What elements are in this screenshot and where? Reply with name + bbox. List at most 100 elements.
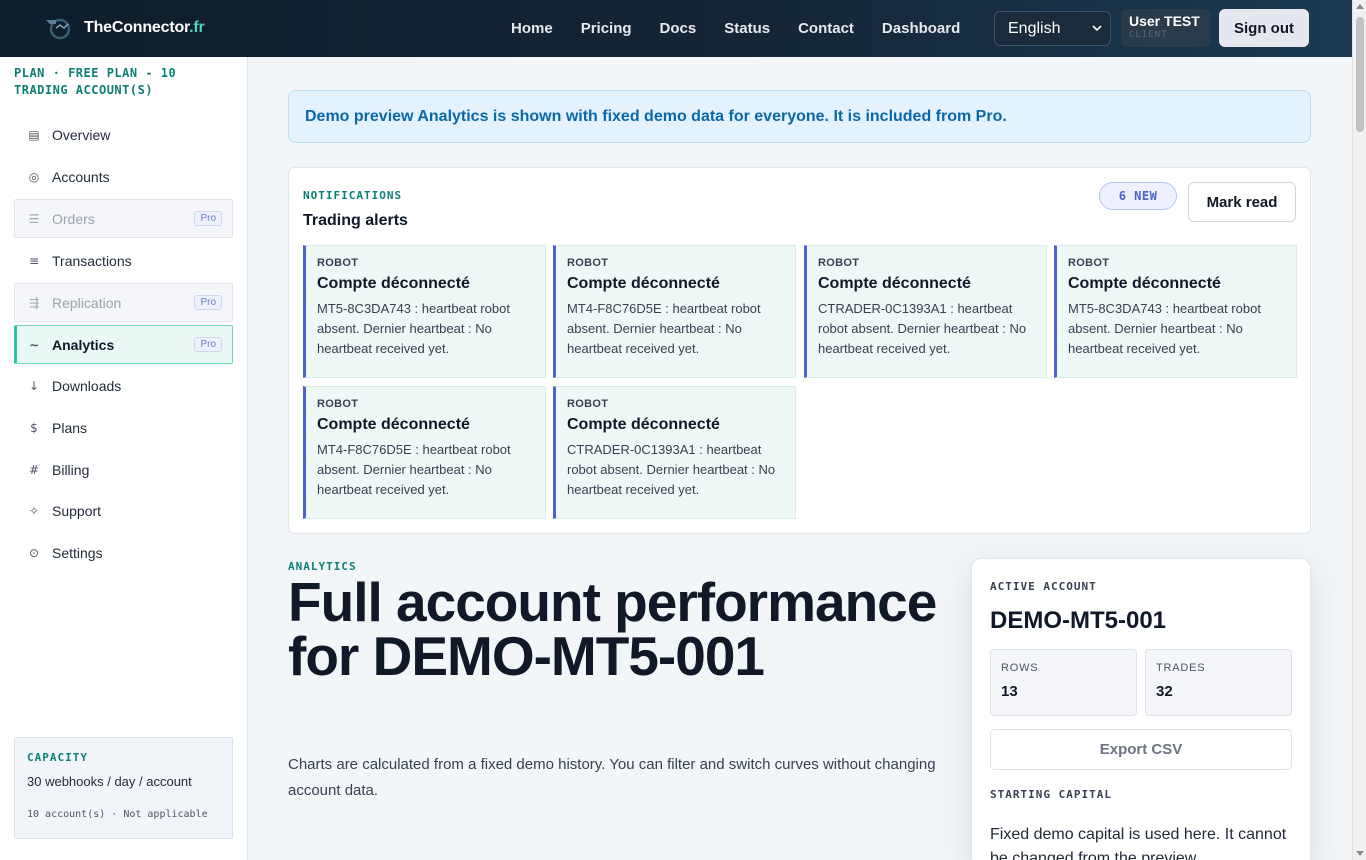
demo-preview-banner: Demo preview Analytics is shown with fix… [288, 90, 1311, 143]
scroll-up-arrow-icon[interactable] [1356, 4, 1364, 9]
sidebar-item-label: Accounts [52, 168, 110, 185]
trades-label: TRADES [1156, 662, 1206, 674]
sidebar-item-transactions[interactable]: ≡ Transactions [14, 241, 233, 280]
sidebar-item-downloads[interactable]: ↓ Downloads [14, 366, 233, 405]
brand-logo-icon [42, 14, 74, 42]
gear-icon: ⊙ [28, 545, 40, 560]
pro-badge: Pro [194, 337, 222, 352]
page-subtitle: Charts are calculated from a fixed demo … [288, 756, 936, 799]
scrollbar-thumb[interactable] [1356, 17, 1364, 132]
support-icon: ✧ [28, 503, 40, 518]
alert-source: ROBOT [1068, 257, 1110, 269]
sidebar-item-label: Analytics [52, 336, 115, 353]
language-select[interactable]: English [994, 11, 1111, 46]
trades-value: 32 [1156, 683, 1173, 700]
sidebar-item-replication[interactable]: ⇶ Replication Pro [14, 283, 233, 322]
sidebar-item-plans[interactable]: $ Plans [14, 408, 233, 447]
alert-body: MT4-F8C76D5E : heartbeat robot absent. D… [317, 442, 511, 497]
alert-body: MT5-8C3DA743 : heartbeat robot absent. D… [1068, 301, 1261, 356]
orders-icon: ☰ [28, 211, 40, 226]
notifications-panel: NOTIFICATIONS Trading alerts 6 NEW Mark … [288, 167, 1311, 534]
user-chip[interactable]: User TEST CLIENT [1121, 9, 1210, 47]
dollar-icon: $ [30, 420, 38, 435]
user-name: User TEST [1129, 13, 1200, 29]
main-nav: Home Pricing Docs Status Contact Dashboa… [497, 0, 974, 57]
sidebar-item-support[interactable]: ✧ Support [14, 491, 233, 530]
alert-card[interactable]: ROBOT Compte déconnecté MT4-F8C76D5E : h… [303, 386, 546, 519]
sidebar-item-overview[interactable]: ▤ Overview [14, 115, 233, 154]
chevron-down-icon [1092, 25, 1102, 32]
rows-stat: ROWS 13 [990, 649, 1137, 716]
alert-body: CTRADER-0C1393A1 : heartbeat robot absen… [818, 301, 1027, 356]
download-icon: ↓ [28, 378, 40, 393]
capacity-panel: CAPACITY 30 webhooks / day / account 10 … [14, 737, 233, 839]
page-scrollbar[interactable] [1352, 0, 1366, 860]
alert-card[interactable]: ROBOT Compte déconnecté MT4-F8C76D5E : h… [553, 245, 796, 378]
alert-title: Compte déconnecté [567, 416, 720, 433]
sidebar-item-orders[interactable]: ☰ Orders Pro [14, 199, 233, 238]
starting-capital-text: Fixed demo capital is used here. It cann… [990, 826, 1287, 860]
nav-status[interactable]: Status [724, 20, 770, 37]
overview-icon: ▤ [28, 127, 40, 142]
sidebar-item-billing[interactable]: # Billing [14, 450, 233, 489]
nav-pricing[interactable]: Pricing [581, 20, 632, 37]
sidebar-item-label: Replication [52, 294, 122, 311]
capacity-value: 30 webhooks / day / account [27, 774, 192, 789]
alert-title: Compte déconnecté [567, 275, 720, 292]
nav-docs[interactable]: Docs [660, 20, 697, 37]
export-csv-button[interactable]: Export CSV [990, 729, 1292, 770]
accounts-icon: ◎ [28, 169, 40, 184]
sidebar-item-analytics[interactable]: ∼ Analytics Pro [14, 325, 233, 364]
alert-source: ROBOT [567, 398, 609, 410]
new-count-badge: 6 NEW [1099, 182, 1177, 210]
sidebar-item-label: Support [52, 502, 102, 519]
sidebar-item-label: Transactions [52, 252, 132, 269]
top-navbar: TheConnector.fr Home Pricing Docs Status… [0, 0, 1352, 57]
transactions-icon: ≡ [28, 253, 40, 268]
alert-title: Compte déconnecté [317, 416, 470, 433]
mark-read-button[interactable]: Mark read [1188, 182, 1296, 222]
nav-dashboard[interactable]: Dashboard [882, 20, 960, 37]
capacity-footer: 10 account(s) · Not applicable [27, 809, 208, 820]
alert-source: ROBOT [567, 257, 609, 269]
alert-card[interactable]: ROBOT Compte déconnecté MT5-8C3DA743 : h… [1054, 245, 1297, 378]
nav-contact[interactable]: Contact [798, 20, 854, 37]
analytics-icon: ∼ [28, 337, 40, 352]
alert-title: Compte déconnecté [317, 275, 470, 292]
trades-stat: TRADES 32 [1145, 649, 1292, 716]
nav-home[interactable]: Home [511, 20, 553, 37]
alert-body: MT4-F8C76D5E : heartbeat robot absent. D… [567, 301, 761, 356]
notifications-title: Trading alerts [303, 212, 408, 229]
sidebar-item-label: Overview [52, 126, 111, 143]
sign-out-button[interactable]: Sign out [1219, 9, 1309, 47]
plan-label: PLAN · FREE PLAN - 10 TRADING ACCOUNT(S) [14, 66, 177, 97]
rows-label: ROWS [1001, 662, 1039, 674]
alert-card[interactable]: ROBOT Compte déconnecté CTRADER-0C1393A1… [553, 386, 796, 519]
scroll-down-arrow-icon[interactable] [1356, 851, 1364, 856]
sidebar-item-label: Settings [52, 544, 103, 561]
pro-badge: Pro [194, 211, 222, 226]
sidebar-item-label: Downloads [52, 377, 122, 394]
sidebar-item-label: Orders [52, 210, 95, 227]
sidebar-item-settings[interactable]: ⊙ Settings [14, 533, 233, 572]
alert-source: ROBOT [818, 257, 860, 269]
active-account-card: ACTIVE ACCOUNT DEMO-MT5-001 ROWS 13 TRAD… [971, 558, 1311, 860]
rows-value: 13 [1001, 683, 1018, 700]
sidebar-item-accounts[interactable]: ◎ Accounts [14, 157, 233, 196]
alert-card[interactable]: ROBOT Compte déconnecté CTRADER-0C1393A1… [804, 245, 1047, 378]
replication-icon: ⇶ [28, 295, 40, 310]
alert-title: Compte déconnecté [818, 275, 971, 292]
alert-title: Compte déconnecté [1068, 275, 1221, 292]
notifications-kicker: NOTIFICATIONS [303, 189, 403, 202]
sidebar-item-label: Plans [52, 419, 88, 436]
alert-body: CTRADER-0C1393A1 : heartbeat robot absen… [567, 442, 776, 497]
pro-badge: Pro [194, 295, 222, 310]
starting-capital-kicker: STARTING CAPITAL [990, 788, 1112, 801]
alert-card[interactable]: ROBOT Compte déconnecté MT5-8C3DA743 : h… [303, 245, 546, 378]
brand[interactable]: TheConnector.fr [42, 14, 205, 42]
sidebar-item-label: Billing [52, 461, 90, 478]
brand-name: TheConnector.fr [84, 19, 205, 36]
language-selected-value: English [1008, 19, 1061, 37]
page-title: Full account performance for DEMO-MT5-00… [288, 571, 937, 687]
active-account-kicker: ACTIVE ACCOUNT [990, 580, 1097, 593]
